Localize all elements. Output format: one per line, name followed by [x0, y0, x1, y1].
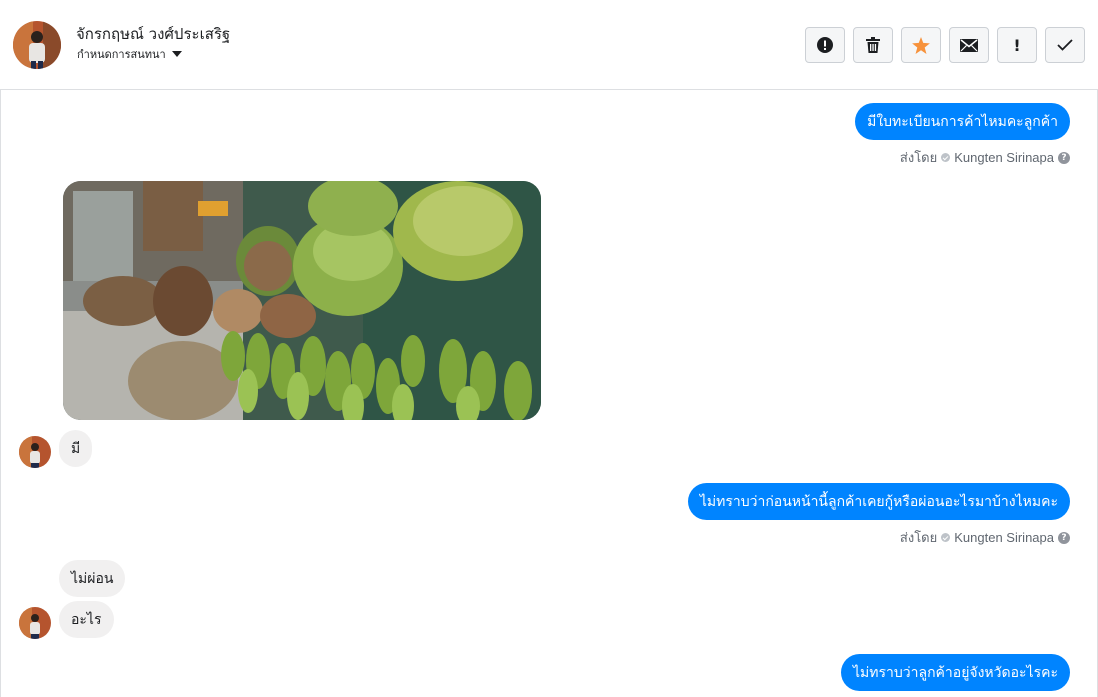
- incoming-message[interactable]: อะไร: [59, 601, 114, 638]
- conversation-actions: !: [805, 27, 1085, 63]
- chevron-down-icon: [171, 51, 182, 57]
- trash-icon: [866, 37, 880, 53]
- sent-by-line: ส่งโดย Kungten Sirinapa ?: [900, 147, 1070, 168]
- contact-avatar-small[interactable]: [19, 436, 51, 468]
- conversation-header: จักรกฤษณ์ วงศ์ประเสริฐ กำหนดการสนทนา !: [0, 0, 1098, 90]
- sender-name: Kungten Sirinapa: [954, 530, 1054, 545]
- verified-dot-icon: [941, 153, 951, 162]
- help-icon[interactable]: ?: [1058, 531, 1070, 544]
- help-icon[interactable]: ?: [1058, 151, 1070, 164]
- conversation-settings-label: กำหนดการสนทนา: [77, 48, 166, 61]
- spam-button[interactable]: [805, 27, 845, 63]
- message-text: อะไร: [71, 611, 102, 628]
- message-text: ไม่ทราบว่าก่อนหน้านี้ลูกค้าเคยกู้หรือผ่อ…: [699, 493, 1058, 510]
- coconut-banana-photo: [63, 181, 541, 420]
- sent-by-label: ส่งโดย: [899, 530, 938, 545]
- message-text: ไม่ผ่อน: [71, 570, 114, 587]
- envelope-icon: [960, 38, 978, 52]
- conversation-settings-dropdown[interactable]: กำหนดการสนทนา: [77, 45, 182, 63]
- star-button[interactable]: [901, 27, 941, 63]
- outgoing-message[interactable]: ไม่ทราบว่าลูกค้าอยู่จังหวัดอะไรคะ: [841, 654, 1070, 691]
- alert-circle-icon: [817, 37, 833, 53]
- sender-name: Kungten Sirinapa: [954, 150, 1054, 165]
- contact-name[interactable]: จักรกฤษณ์ วงศ์ประเสริฐ: [76, 22, 230, 46]
- verified-dot-icon: [941, 533, 951, 542]
- outgoing-message[interactable]: ไม่ทราบว่าก่อนหน้านี้ลูกค้าเคยกู้หรือผ่อ…: [687, 483, 1070, 520]
- outgoing-message[interactable]: มีใบทะเบียนการค้าไหมคะลูกค้า: [855, 103, 1070, 140]
- incoming-message[interactable]: มี: [59, 430, 93, 467]
- message-text: มี: [71, 440, 81, 457]
- contact-avatar-small[interactable]: [19, 607, 51, 639]
- contact-avatar[interactable]: [13, 21, 61, 69]
- done-button[interactable]: [1045, 27, 1085, 63]
- sent-by-label: ส่งโดย: [899, 150, 938, 165]
- mark-unread-button[interactable]: [949, 27, 989, 63]
- important-button[interactable]: !: [997, 27, 1037, 63]
- message-text: ไม่ทราบว่าลูกค้าอยู่จังหวัดอะไรคะ: [853, 664, 1058, 681]
- message-text: มีใบทะเบียนการค้าไหมคะลูกค้า: [867, 113, 1058, 130]
- delete-button[interactable]: [853, 27, 893, 63]
- message-image[interactable]: [63, 181, 541, 420]
- exclamation-icon: !: [1013, 35, 1021, 55]
- incoming-message[interactable]: ไม่ผ่อน: [59, 560, 126, 597]
- star-icon: [912, 36, 930, 54]
- sent-by-line: ส่งโดย Kungten Sirinapa ?: [900, 527, 1070, 548]
- check-icon: [1057, 39, 1073, 51]
